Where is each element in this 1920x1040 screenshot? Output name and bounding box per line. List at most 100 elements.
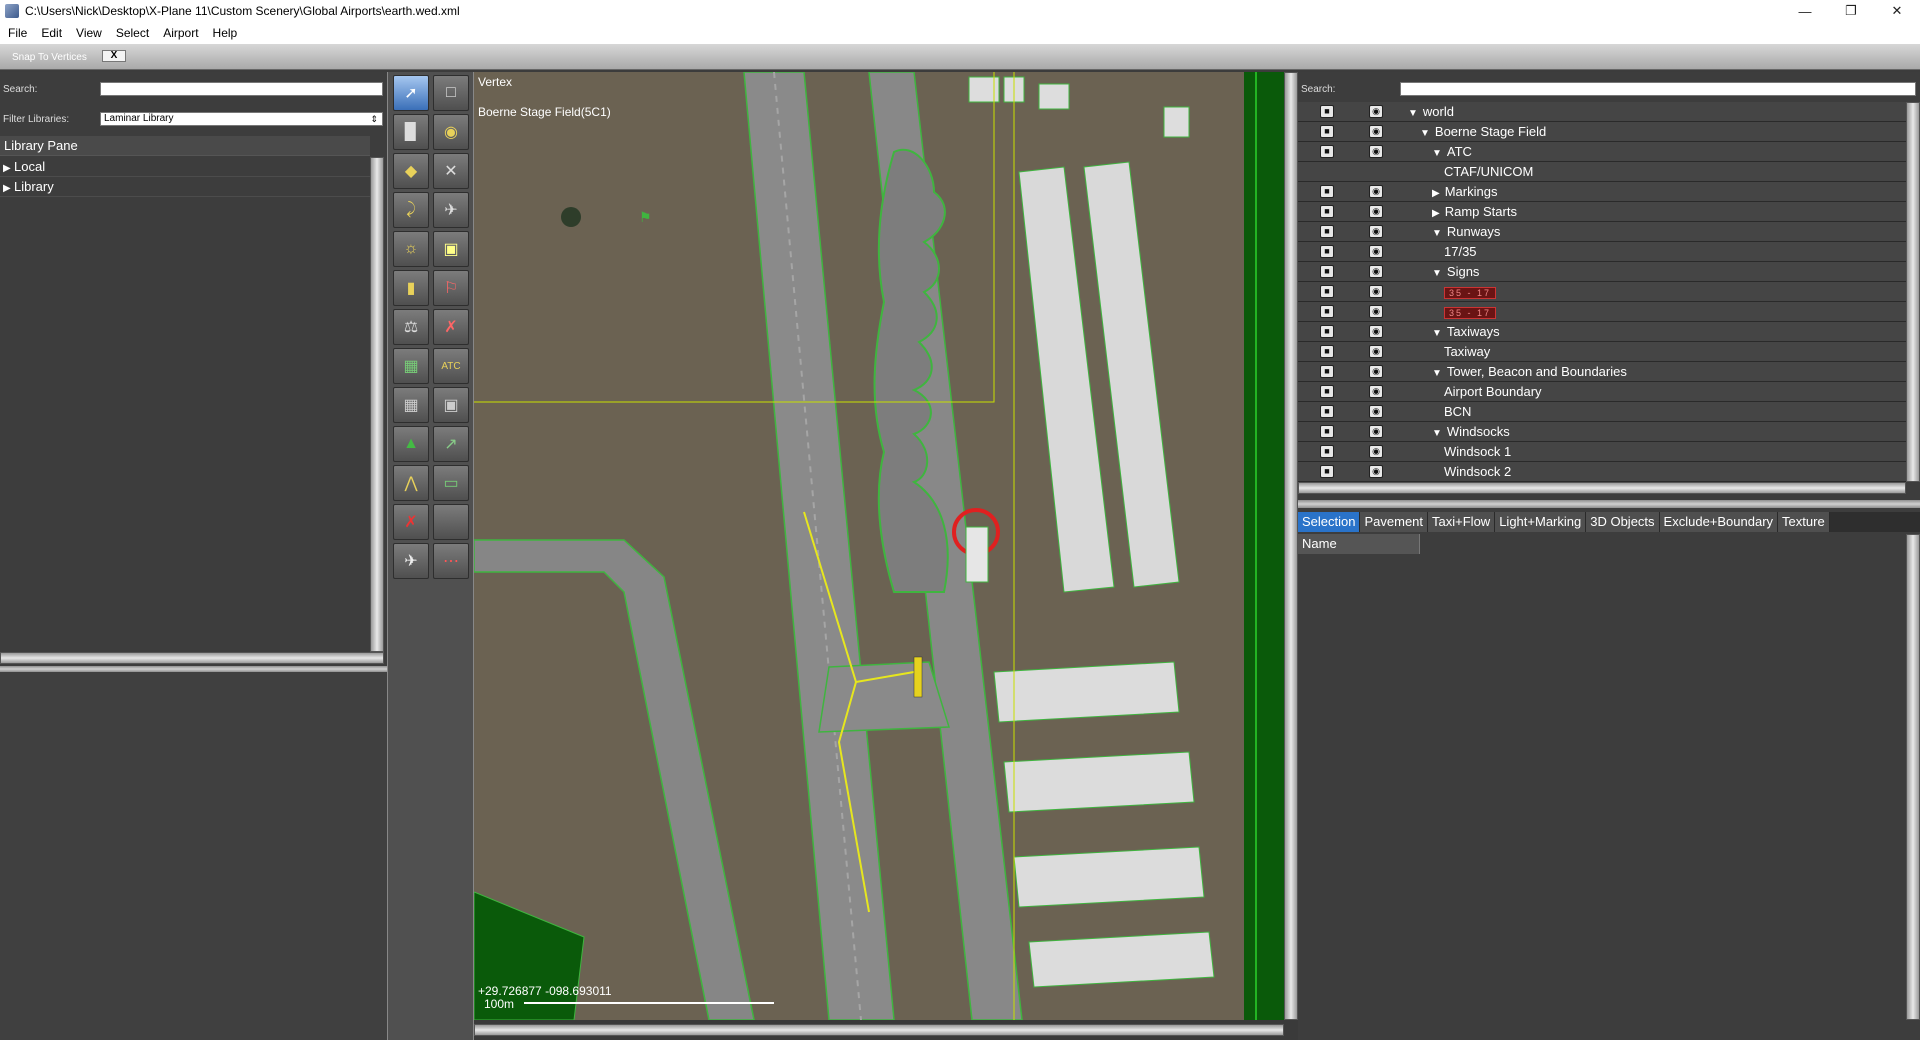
lock-icon[interactable]: ■ bbox=[1320, 225, 1334, 238]
expand-arrow-icon[interactable]: ▼ bbox=[1432, 268, 1442, 279]
tree-row[interactable]: ■ ◉ ▼ Signs bbox=[1298, 262, 1906, 282]
tree-row[interactable]: ■ ◉ Airport Boundary bbox=[1298, 382, 1906, 402]
visibility-eye-icon[interactable]: ◉ bbox=[1369, 105, 1383, 118]
visibility-eye-icon[interactable]: ◉ bbox=[1369, 405, 1383, 418]
visibility-eye-icon[interactable]: ◉ bbox=[1369, 445, 1383, 458]
hierarchy-search-input[interactable] bbox=[1400, 82, 1916, 96]
draped-tool-button[interactable]: ▭ bbox=[433, 465, 469, 501]
tree-row[interactable]: CTAF/UNICOM bbox=[1298, 162, 1906, 182]
visibility-eye-icon[interactable]: ◉ bbox=[1369, 185, 1383, 198]
library-horizontal-scrollbar[interactable] bbox=[0, 652, 384, 664]
expand-arrow-icon[interactable]: ▼ bbox=[1432, 328, 1442, 339]
visibility-eye-icon[interactable]: ◉ bbox=[1369, 265, 1383, 278]
library-item-library[interactable]: ▶ Library bbox=[0, 177, 370, 197]
expand-arrow-icon[interactable]: ▶ bbox=[0, 159, 14, 179]
tab-texture[interactable]: Texture bbox=[1778, 512, 1830, 532]
boundary-tool-button[interactable]: ✈ bbox=[433, 192, 469, 228]
map-vertical-scrollbar[interactable] bbox=[1284, 72, 1298, 1020]
object-tool-button[interactable]: ▮ bbox=[393, 270, 429, 306]
library-vertical-scrollbar[interactable] bbox=[370, 157, 384, 652]
tab-exclude-boundary[interactable]: Exclude+Boundary bbox=[1659, 512, 1779, 532]
tree-row[interactable]: ■ ◉ ▼ Taxiways bbox=[1298, 322, 1906, 342]
expand-arrow-icon[interactable]: ▼ bbox=[1432, 148, 1442, 159]
minimize-button[interactable]: — bbox=[1782, 0, 1828, 22]
tree-row[interactable]: ■ ◉ 35 - 17 bbox=[1298, 302, 1906, 322]
hierarchy-horizontal-scrollbar[interactable] bbox=[1298, 482, 1906, 494]
lock-icon[interactable]: ■ bbox=[1320, 205, 1334, 218]
expand-arrow-icon[interactable]: ▼ bbox=[1432, 428, 1442, 439]
expand-arrow-icon[interactable]: ▼ bbox=[1408, 108, 1418, 119]
lock-icon[interactable]: ■ bbox=[1320, 425, 1334, 438]
visibility-eye-icon[interactable]: ◉ bbox=[1369, 225, 1383, 238]
lock-icon[interactable]: ■ bbox=[1320, 405, 1334, 418]
tower-tool-button[interactable]: ✗ bbox=[433, 309, 469, 345]
hierarchy-vertical-scrollbar[interactable] bbox=[1906, 102, 1920, 482]
taxiway-tool-button[interactable]: ◆ bbox=[393, 153, 429, 189]
empty-tool-button[interactable] bbox=[433, 504, 469, 540]
forest-area-tool-button[interactable]: ▦ bbox=[393, 387, 429, 423]
visibility-eye-icon[interactable]: ◉ bbox=[1369, 385, 1383, 398]
lock-icon[interactable]: ■ bbox=[1320, 385, 1334, 398]
tab-pavement[interactable]: Pavement bbox=[1360, 512, 1429, 532]
tree-row[interactable]: ■ ◉ ▼ world bbox=[1298, 102, 1906, 122]
lock-icon[interactable]: ■ bbox=[1320, 125, 1334, 138]
expand-arrow-icon[interactable]: ▶ bbox=[1432, 188, 1440, 199]
expand-arrow-icon[interactable]: ▶ bbox=[1432, 208, 1440, 219]
tree-row[interactable]: ■ ◉ ▼ Windsocks bbox=[1298, 422, 1906, 442]
tree-row[interactable]: ■ ◉ 35 - 17 bbox=[1298, 282, 1906, 302]
menu-airport[interactable]: Airport bbox=[163, 26, 198, 40]
truck-parking-tool-button[interactable]: ⋯ bbox=[433, 543, 469, 579]
expand-arrow-icon[interactable]: ▶ bbox=[0, 179, 14, 199]
visibility-eye-icon[interactable]: ◉ bbox=[1369, 325, 1383, 338]
expand-arrow-icon[interactable]: ▼ bbox=[1420, 128, 1430, 139]
menu-edit[interactable]: Edit bbox=[41, 26, 62, 40]
marquee-tool-button[interactable]: □ bbox=[433, 75, 469, 111]
lock-icon[interactable]: ■ bbox=[1320, 445, 1334, 458]
lock-icon[interactable]: ■ bbox=[1320, 325, 1334, 338]
property-vertical-scrollbar[interactable] bbox=[1906, 534, 1920, 1020]
facade-tool-button[interactable]: ▦ bbox=[393, 348, 429, 384]
tree-row[interactable]: ■ ◉ ▼ ATC bbox=[1298, 142, 1906, 162]
lock-icon[interactable]: ■ bbox=[1320, 245, 1334, 258]
ramp-start-tool-button[interactable]: ✈ bbox=[393, 543, 429, 579]
polygon-tool-button[interactable]: ⋀ bbox=[393, 465, 429, 501]
tree-row[interactable]: ■ ◉ Windsock 1 bbox=[1298, 442, 1906, 462]
menu-file[interactable]: File bbox=[8, 26, 27, 40]
tab-light-marking[interactable]: Light+Marking bbox=[1495, 512, 1587, 532]
right-panel-splitter[interactable] bbox=[1298, 500, 1920, 508]
vertex-tool-button[interactable]: ➚ bbox=[393, 75, 429, 111]
tree-row[interactable]: ■ ◉ ▼ Tower, Beacon and Boundaries bbox=[1298, 362, 1906, 382]
forest-tool-button[interactable]: ▲ bbox=[393, 426, 429, 462]
lock-icon[interactable]: ■ bbox=[1320, 465, 1334, 478]
lock-icon[interactable]: ■ bbox=[1320, 265, 1334, 278]
visibility-eye-icon[interactable]: ◉ bbox=[1369, 345, 1383, 358]
lock-icon[interactable]: ■ bbox=[1320, 285, 1334, 298]
library-item-local[interactable]: ▶ Local bbox=[0, 157, 370, 177]
tree-row[interactable]: ■ ◉ ▶ Markings bbox=[1298, 182, 1906, 202]
close-button[interactable]: ✕ bbox=[1874, 0, 1920, 22]
light-tool-button[interactable]: ☼ bbox=[393, 231, 429, 267]
lock-icon[interactable]: ■ bbox=[1320, 145, 1334, 158]
lock-icon[interactable]: ■ bbox=[1320, 105, 1334, 118]
lock-icon[interactable]: ■ bbox=[1320, 365, 1334, 378]
map-view[interactable]: ⚑ Vertex Boerne Stage Field(5C1) +29.726… bbox=[474, 72, 1284, 1020]
menu-help[interactable]: Help bbox=[213, 26, 238, 40]
visibility-eye-icon[interactable]: ◉ bbox=[1369, 145, 1383, 158]
visibility-eye-icon[interactable]: ◉ bbox=[1369, 205, 1383, 218]
expand-arrow-icon[interactable]: ▼ bbox=[1432, 228, 1442, 239]
tab-3d-objects[interactable]: 3D Objects bbox=[1586, 512, 1660, 532]
filter-select[interactable]: Laminar Library ⇕ bbox=[100, 112, 383, 126]
lock-icon[interactable]: ■ bbox=[1320, 185, 1334, 198]
map-horizontal-scrollbar[interactable] bbox=[474, 1024, 1284, 1036]
name-column-header[interactable]: Name bbox=[1298, 534, 1420, 554]
library-search-input[interactable] bbox=[100, 82, 383, 96]
tree-row[interactable]: ■ ◉ Taxiway bbox=[1298, 342, 1906, 362]
line-tool-button[interactable]: ↗ bbox=[433, 426, 469, 462]
maximize-button[interactable]: ❐ bbox=[1828, 0, 1874, 22]
lock-icon[interactable]: ■ bbox=[1320, 305, 1334, 318]
tab-taxi-flow[interactable]: Taxi+Flow bbox=[1428, 512, 1496, 532]
visibility-eye-icon[interactable]: ◉ bbox=[1369, 365, 1383, 378]
sign-tool-button[interactable]: ▣ bbox=[433, 231, 469, 267]
lock-icon[interactable]: ■ bbox=[1320, 345, 1334, 358]
tree-row[interactable]: ■ ◉ ▼ Runways bbox=[1298, 222, 1906, 242]
